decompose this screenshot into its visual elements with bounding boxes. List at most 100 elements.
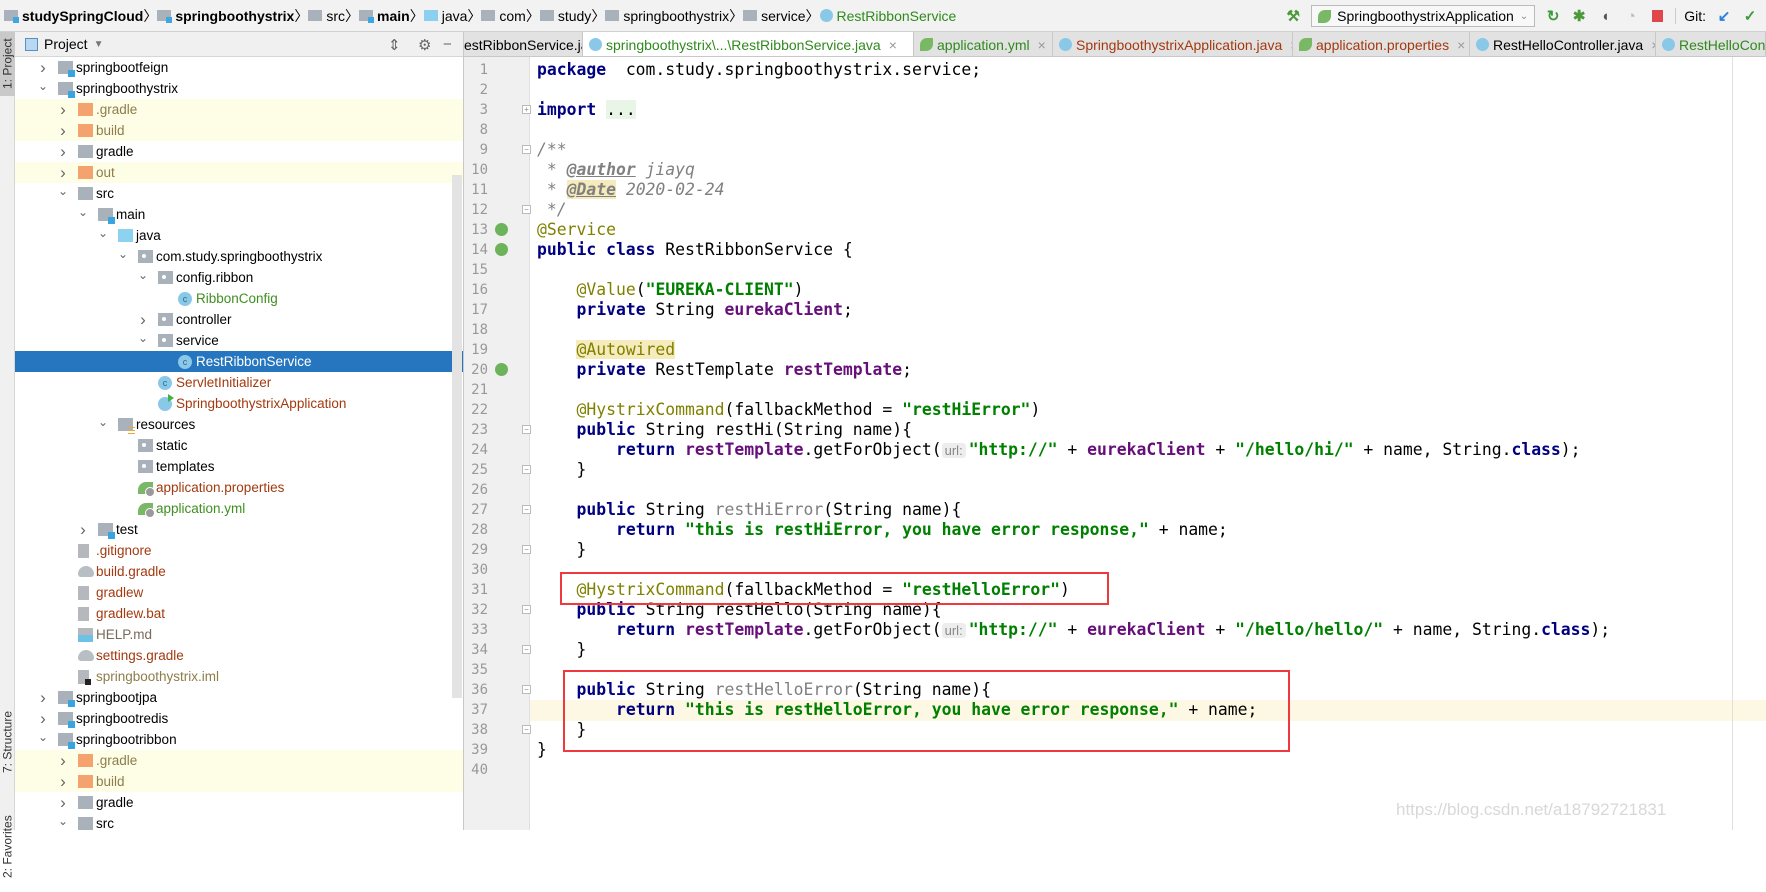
tree-item[interactable]: settings.gradle: [15, 645, 463, 666]
chevron-down-icon[interactable]: ⌄: [56, 184, 70, 198]
project-tree-scrollbar[interactable]: [452, 175, 462, 698]
tree-item[interactable]: ⌄ src: [15, 183, 463, 204]
stop-icon[interactable]: [1649, 8, 1665, 24]
fold-collapse-icon[interactable]: −: [522, 645, 531, 654]
tree-item[interactable]: › springbootfeign: [15, 57, 463, 78]
chevron-right-icon[interactable]: ›: [136, 310, 150, 330]
close-tab-icon[interactable]: ×: [889, 37, 897, 53]
favorites-tool-button[interactable]: 2: Favorites: [0, 802, 15, 892]
chevron-right-icon[interactable]: ›: [36, 688, 50, 708]
tree-item[interactable]: c ServletInitializer: [15, 372, 463, 393]
tree-item[interactable]: ⌄ src: [15, 813, 463, 830]
tree-item[interactable]: SpringboothystrixApplication: [15, 393, 463, 414]
tree-item[interactable]: application.properties: [15, 477, 463, 498]
breadcrumb-item[interactable]: src: [308, 8, 345, 24]
tree-item[interactable]: › out: [15, 162, 463, 183]
tree-item[interactable]: › springbootjpa: [15, 687, 463, 708]
chevron-right-icon[interactable]: ›: [56, 121, 70, 141]
chevron-right-icon[interactable]: ›: [56, 100, 70, 120]
tree-item[interactable]: › build: [15, 771, 463, 792]
tree-item[interactable]: ⌄ springboothystrix: [15, 78, 463, 99]
chevron-right-icon[interactable]: ›: [76, 520, 90, 540]
profile-icon[interactable]: ◔: [1623, 8, 1639, 25]
tree-item[interactable]: › gradle: [15, 141, 463, 162]
fold-collapse-icon[interactable]: −: [522, 465, 531, 474]
breadcrumb-item[interactable]: java: [423, 8, 467, 24]
breadcrumb-item[interactable]: study: [539, 8, 591, 24]
breadcrumb-item[interactable]: com: [481, 8, 526, 24]
close-tab-icon[interactable]: ×: [1038, 37, 1046, 53]
git-commit-icon[interactable]: ✓: [1742, 8, 1758, 25]
debug-bug-icon[interactable]: ✱: [1571, 8, 1587, 25]
breadcrumb-item[interactable]: studySpringCloud: [4, 8, 143, 24]
chevron-right-icon[interactable]: ›: [56, 793, 70, 813]
editor-tab[interactable]: SpringboothystrixApplication.java×: [1053, 32, 1293, 56]
tree-item[interactable]: › test: [15, 519, 463, 540]
chevron-right-icon[interactable]: ›: [36, 58, 50, 78]
tree-item[interactable]: ⌄ config.ribbon: [15, 267, 463, 288]
fold-collapse-icon[interactable]: −: [522, 545, 531, 554]
tree-item[interactable]: gradlew: [15, 582, 463, 603]
build-hammer-icon[interactable]: ⚒: [1285, 8, 1301, 25]
tree-item[interactable]: › .gradle: [15, 750, 463, 771]
tree-item[interactable]: › build: [15, 120, 463, 141]
editor-tab[interactable]: application.yml ×: [914, 32, 1053, 56]
gear-icon[interactable]: ⚙: [418, 36, 431, 54]
tree-item[interactable]: static: [15, 435, 463, 456]
autowired-icon[interactable]: [495, 363, 508, 376]
fold-collapse-icon[interactable]: −: [522, 605, 531, 614]
tree-item[interactable]: › springbootredis: [15, 708, 463, 729]
breadcrumb-item[interactable]: RestRibbonService: [819, 8, 956, 24]
spring-class-icon[interactable]: [495, 243, 508, 256]
spring-bean-icon[interactable]: [495, 223, 508, 236]
breadcrumb-item[interactable]: springboothystrix: [157, 8, 294, 24]
breadcrumb-item[interactable]: service: [743, 8, 806, 24]
chevron-down-icon[interactable]: ⌄: [136, 268, 150, 282]
tree-item[interactable]: .gitignore: [15, 540, 463, 561]
fold-collapse-icon[interactable]: −: [522, 725, 531, 734]
tree-item[interactable]: ⌄ resources: [15, 414, 463, 435]
rerun-icon[interactable]: ↻: [1545, 8, 1561, 25]
tree-item[interactable]: c RibbonConfig: [15, 288, 463, 309]
editor-tab[interactable]: estRibbonService.java×: [464, 32, 583, 56]
breadcrumb-item[interactable]: springboothystrix: [605, 8, 729, 24]
chevron-down-icon[interactable]: ⌄: [76, 205, 90, 219]
fold-collapse-icon[interactable]: −: [522, 425, 531, 434]
chevron-down-icon[interactable]: ⌄: [96, 415, 110, 429]
project-view-selector[interactable]: Project: [44, 36, 88, 52]
breadcrumb-item[interactable]: main: [359, 8, 410, 24]
tree-item[interactable]: springboothystrix.iml: [15, 666, 463, 687]
tree-item[interactable]: application.yml: [15, 498, 463, 519]
chevron-down-icon[interactable]: ⌄: [96, 226, 110, 240]
tree-item[interactable]: templates: [15, 456, 463, 477]
close-tab-icon[interactable]: ×: [1457, 37, 1465, 53]
fold-collapse-icon[interactable]: −: [522, 205, 531, 214]
tree-item[interactable]: ⌄ java: [15, 225, 463, 246]
tree-item[interactable]: › .gradle: [15, 99, 463, 120]
chevron-right-icon[interactable]: ›: [56, 163, 70, 183]
tree-item[interactable]: ⌄ service: [15, 330, 463, 351]
tree-item[interactable]: ⌄ springbootribbon: [15, 729, 463, 750]
chevron-right-icon[interactable]: ›: [36, 709, 50, 729]
collapse-all-icon[interactable]: ⇕: [388, 36, 401, 54]
editor-tab[interactable]: RestHelloContro: [1656, 32, 1766, 56]
chevron-down-icon[interactable]: ⌄: [36, 730, 50, 744]
chevron-right-icon[interactable]: ›: [56, 142, 70, 162]
chevron-right-icon[interactable]: ›: [56, 751, 70, 771]
tree-item[interactable]: build.gradle: [15, 561, 463, 582]
project-tool-button[interactable]: 1: Project: [0, 32, 15, 96]
dropdown-arrow-icon[interactable]: ▼: [94, 39, 104, 50]
tree-item[interactable]: c RestRibbonService: [15, 351, 463, 372]
tree-item[interactable]: ⌄ com.study.springboothystrix: [15, 246, 463, 267]
tree-item[interactable]: gradlew.bat: [15, 603, 463, 624]
chevron-right-icon[interactable]: ›: [56, 772, 70, 792]
structure-tool-button[interactable]: 7: Structure: [0, 692, 15, 792]
editor-tab[interactable]: springboothystrix\...\RestRibbonService.…: [583, 32, 914, 56]
fold-expand-icon[interactable]: +: [522, 105, 531, 114]
coverage-icon[interactable]: ◖: [1597, 8, 1613, 25]
editor-tab[interactable]: RestHelloController.java×: [1470, 32, 1656, 56]
fold-collapse-icon[interactable]: −: [522, 685, 531, 694]
hide-minus-icon[interactable]: −: [443, 36, 452, 53]
chevron-down-icon[interactable]: ⌄: [56, 814, 70, 828]
fold-collapse-icon[interactable]: −: [522, 145, 531, 154]
